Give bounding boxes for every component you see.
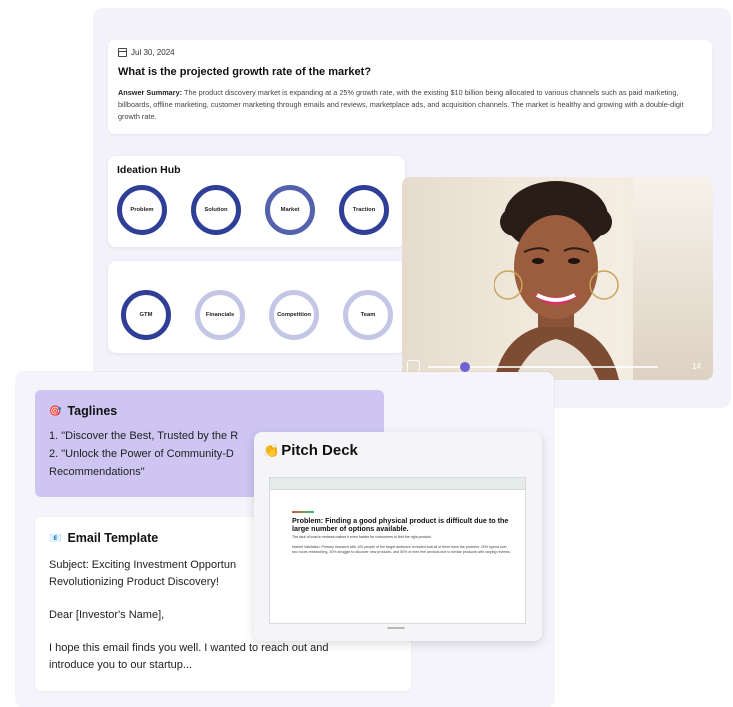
app-stage: Jul 30, 2024 What is the projected growt… — [0, 0, 733, 707]
video-time: 14 — [692, 362, 701, 371]
clapping-hands-icon: 👏 — [263, 442, 280, 458]
pitch-deck-card[interactable]: 👏 Pitch Deck Problem: Finding a good phy… — [254, 432, 542, 641]
email-title: Email Template — [67, 531, 159, 545]
hub-item-label: Traction — [352, 207, 376, 213]
hub-item-label: Competition — [277, 312, 311, 318]
envelope-icon: 📧 — [49, 532, 62, 544]
answer-text: The product discovery market is expandin… — [118, 88, 684, 121]
date-row: Jul 30, 2024 — [118, 48, 702, 57]
hub-item-problem[interactable]: Problem — [117, 185, 167, 235]
taglines-title: Taglines — [67, 404, 118, 418]
hub-item-competition[interactable]: Competition — [269, 290, 319, 340]
video-scrubber-handle[interactable] — [460, 362, 470, 372]
pitch-deck-header: 👏 Pitch Deck — [263, 442, 358, 459]
pitch-deck-title: Pitch Deck — [281, 442, 358, 459]
hub-item-financials[interactable]: Financials — [195, 290, 245, 340]
hub-item-label: Solution — [204, 207, 228, 213]
taglines-header: 🎯 Taglines — [49, 404, 370, 418]
answer-summary: Answer Summary: The product discovery ma… — [118, 87, 702, 123]
hub-item-market[interactable]: Market — [265, 185, 315, 235]
email-subject-line: Revolutionizing Product Discovery! — [49, 576, 219, 588]
ideation-hub-card-2: GTM Financials Competition Team — [108, 261, 405, 353]
slide-toolbar — [270, 478, 525, 490]
email-body-line: introduce you to our startup... — [49, 659, 193, 671]
slide-accent-line — [292, 511, 314, 513]
video-player[interactable]: 14 — [402, 177, 713, 380]
email-subject-line: Subject: Exciting Investment Opportun — [49, 559, 237, 571]
email-body-line: I hope this email finds you well. I want… — [49, 642, 329, 654]
hub-item-label: Market — [280, 207, 300, 213]
hub-item-label: Team — [360, 312, 376, 318]
hub-item-label: GTM — [139, 312, 153, 318]
email-paragraph: I hope this email finds you well. I want… — [49, 640, 397, 674]
ideation-hub-card: Ideation Hub Problem Solution Market Tra… — [108, 156, 405, 247]
question-title: What is the projected growth rate of the… — [118, 66, 372, 78]
pitch-deck-slide[interactable]: Problem: Finding a good physical product… — [269, 477, 526, 624]
slide-heading: Problem: Finding a good physical product… — [292, 516, 509, 533]
hub-item-gtm[interactable]: GTM — [121, 290, 171, 340]
calendar-icon — [118, 48, 127, 57]
date-text: Jul 30, 2024 — [131, 48, 175, 57]
answer-label: Answer Summary: — [118, 88, 183, 97]
video-background — [633, 177, 713, 380]
slide-body-text: Market Validation: Primary research with… — [292, 545, 511, 554]
ideation-hub-title: Ideation Hub — [117, 164, 181, 176]
hub-item-solution[interactable]: Solution — [191, 185, 241, 235]
slide-resize-handle[interactable] — [387, 627, 405, 629]
hub-item-label: Problem — [130, 207, 154, 213]
hub-item-label: Financials — [205, 312, 235, 318]
video-person-image — [494, 181, 619, 380]
answer-summary-card: Jul 30, 2024 What is the projected growt… — [108, 40, 712, 134]
slide-subtitle: The lack of trust in reviews makes it ev… — [292, 535, 432, 539]
hub-item-team[interactable]: Team — [343, 290, 393, 340]
target-icon: 🎯 — [49, 405, 62, 417]
hub-item-traction[interactable]: Traction — [339, 185, 389, 235]
